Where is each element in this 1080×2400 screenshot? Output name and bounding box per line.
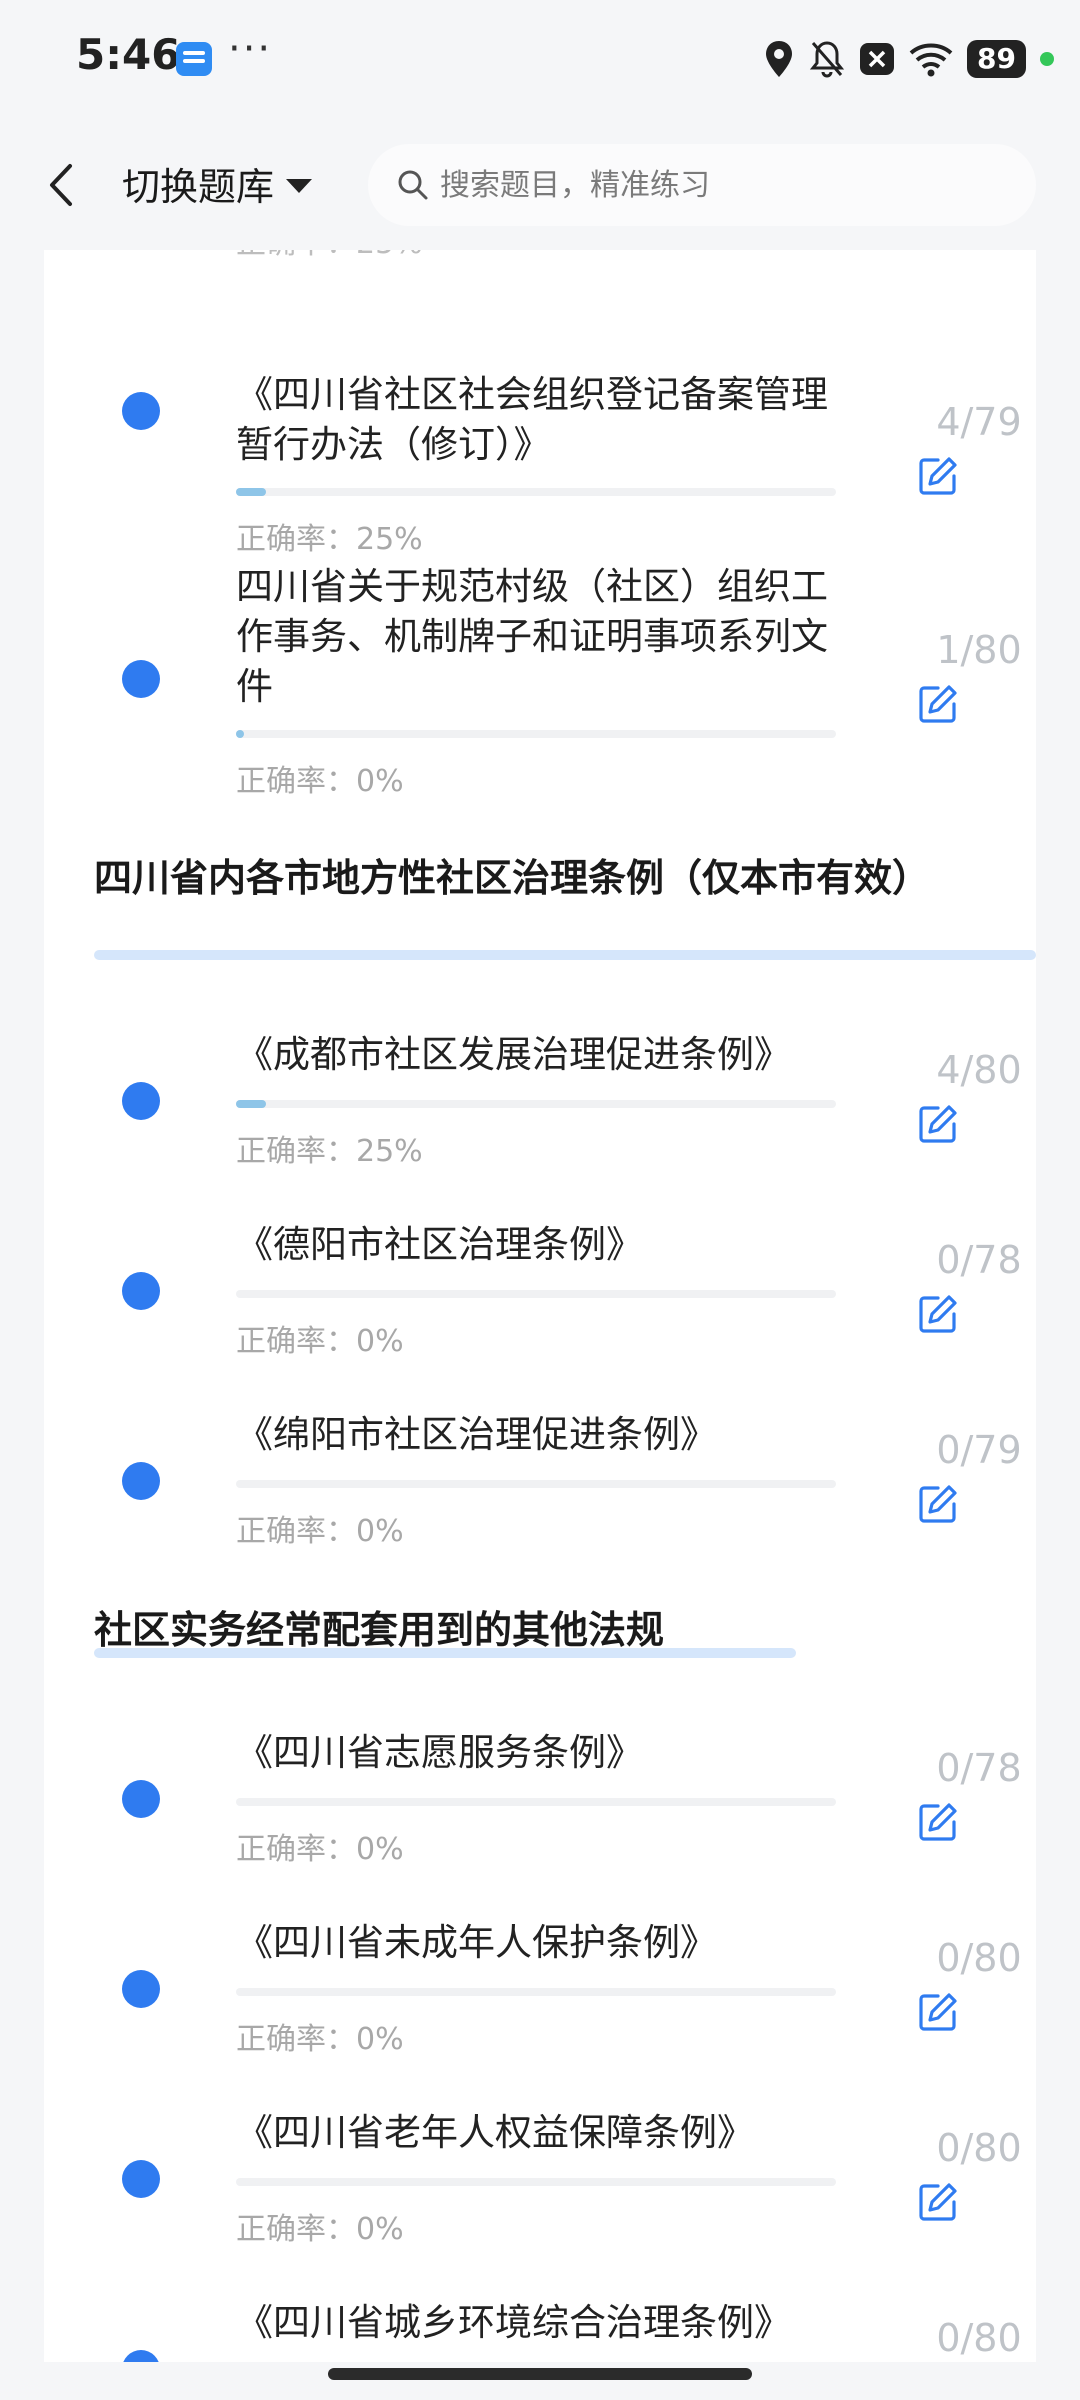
progress-count: 0/78: [936, 1746, 1022, 1790]
item-title: 《四川省未成年人保护条例》: [236, 1921, 717, 1964]
privacy-indicator-dot: [1040, 52, 1054, 66]
accuracy-text: 正确率：0%: [236, 1514, 404, 1549]
bullet-dot: [122, 1462, 160, 1500]
progress-bar: [236, 1480, 836, 1488]
search-icon: [398, 170, 428, 200]
edit-icon[interactable]: [916, 1102, 960, 1146]
home-indicator[interactable]: [328, 2368, 752, 2380]
progress-count: 4/80: [936, 1048, 1022, 1092]
item-title: 《德阳市社区治理条例》: [236, 1223, 643, 1266]
status-bar: 5:46 ··· 89: [0, 0, 1080, 120]
section-underline: [94, 950, 1036, 960]
edit-icon[interactable]: [916, 1990, 960, 2034]
status-time: 5:46: [76, 30, 181, 79]
edit-icon[interactable]: [916, 682, 960, 726]
edit-icon[interactable]: [916, 1800, 960, 1844]
bullet-dot: [122, 1082, 160, 1120]
wifi-icon: [909, 43, 953, 77]
battery-icon: 89: [967, 40, 1026, 78]
accuracy-text: 正确率：0%: [236, 1324, 404, 1359]
progress-fill: [236, 488, 266, 496]
edit-icon[interactable]: [916, 454, 960, 498]
bullet-dot: [122, 1780, 160, 1818]
top-header: 切换题库: [0, 120, 1080, 250]
progress-count: 0/79: [936, 1428, 1022, 1472]
item-title: 《四川省老年人权益保障条例》: [236, 2111, 754, 2154]
progress-bar: [236, 2178, 836, 2186]
bullet-dot: [122, 1272, 160, 1310]
progress-count: 0/78: [936, 1238, 1022, 1282]
progress-count: 0/80: [936, 2126, 1022, 2170]
close-box-icon: [860, 43, 895, 75]
search-input[interactable]: [438, 166, 1002, 204]
accuracy-text: 正确率：0%: [236, 2212, 404, 2247]
wallet-app-icon: [176, 42, 212, 76]
accuracy-text: 正确率：25%: [236, 250, 423, 262]
more-notifications-icon: ···: [228, 26, 273, 72]
item-title: 《四川省志愿服务条例》: [236, 1731, 643, 1774]
accuracy-text: 正确率：25%: [236, 522, 423, 557]
section-title: 社区实务经常配套用到的其他法规: [94, 1608, 665, 1652]
progress-bar: [236, 1290, 836, 1298]
item-title: 《绵阳市社区治理促进条例》: [236, 1413, 717, 1456]
edit-icon[interactable]: [916, 1482, 960, 1526]
bullet-dot: [122, 1970, 160, 2008]
back-arrow-icon[interactable]: [42, 160, 82, 210]
accuracy-text: 正确率：0%: [236, 764, 404, 799]
progress-bar: [236, 1988, 836, 1996]
bullet-dot: [122, 392, 160, 430]
bullet-dot: [122, 660, 160, 698]
progress-bar: [236, 1100, 836, 1108]
edit-icon[interactable]: [916, 1292, 960, 1336]
accuracy-text: 正确率：0%: [236, 2022, 404, 2057]
section-title: 四川省内各市地方性社区治理条例（仅本市有效）: [94, 856, 931, 900]
progress-fill: [236, 730, 244, 738]
item-title: 四川省关于规范村级（社区）组织工作事务、机制牌子和证明事项系列文件: [236, 565, 828, 708]
accuracy-text: 正确率：25%: [236, 1134, 423, 1169]
bell-off-icon: [809, 41, 845, 78]
bullet-dot: [122, 2350, 160, 2362]
progress-count: 1/80: [936, 628, 1022, 672]
accuracy-text: 正确率：0%: [236, 1832, 404, 1867]
switch-question-bank-button[interactable]: 切换题库: [122, 156, 313, 211]
question-bank-list: 正确率：25% 《四川省社区社会组织登记备案管理暂行办法（修订）》 正确率：25…: [44, 250, 1036, 2362]
location-icon: [766, 41, 793, 77]
item-title: 《成都市社区发展治理促进条例》: [236, 1033, 791, 1076]
bullet-dot: [122, 2160, 160, 2198]
progress-bar: [236, 488, 836, 496]
progress-bar: [236, 1798, 836, 1806]
caret-down-icon: [286, 178, 313, 193]
progress-count: 4/79: [936, 400, 1022, 444]
progress-fill: [236, 1100, 266, 1108]
search-bar[interactable]: [368, 144, 1036, 226]
progress-count: 0/80: [936, 1936, 1022, 1980]
progress-count: 0/80: [936, 2316, 1022, 2360]
progress-bar: [236, 730, 836, 738]
edit-icon[interactable]: [916, 2180, 960, 2224]
item-title: 《四川省社区社会组织登记备案管理暂行办法（修订）》: [236, 373, 828, 466]
item-title: 《四川省城乡环境综合治理条例》: [236, 2301, 791, 2344]
switch-question-bank-label: 切换题库: [122, 165, 275, 209]
